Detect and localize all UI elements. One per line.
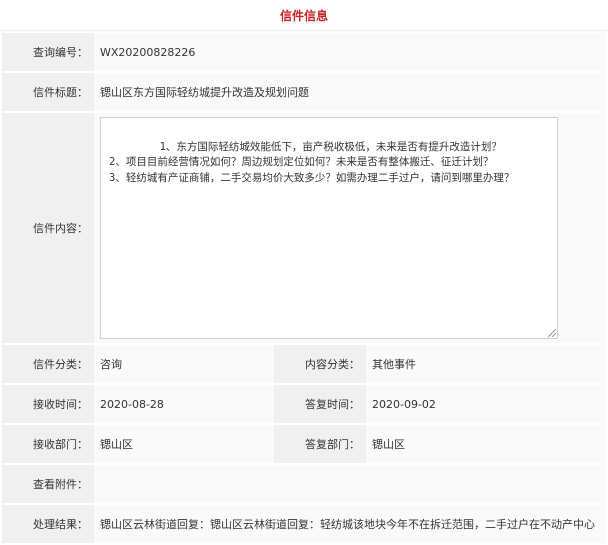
row-category: 信件分类： 咨询 内容分类： 其他事件 — [2, 345, 607, 383]
query-no-value: WX20200828226 — [94, 33, 607, 71]
received-dept-label: 接收部门： — [2, 425, 94, 463]
attachments-label: 查看附件： — [2, 465, 94, 503]
content-text: 1、东方国际轻纺城效能低下，亩产税收极低，未来是否有提升改造计划？ 2、项目目前… — [109, 140, 515, 184]
row-depts: 接收部门： 锶山区 答复部门： 锶山区 — [2, 425, 607, 463]
content-category-value: 其他事件 — [366, 345, 607, 383]
reply-dept-label: 答复部门： — [274, 425, 366, 463]
row-content: 信件内容： 1、东方国际轻纺城效能低下，亩产税收极低，未来是否有提升改造计划？ … — [2, 113, 607, 343]
content-category-label: 内容分类： — [274, 345, 366, 383]
result-value: 锶山区云林街道回复：锶山区云林街道回复：轻纺城该地块今年不在拆迁范围，二手过户在… — [94, 505, 607, 543]
row-times: 接收时间： 2020-08-28 答复时间： 2020-09-02 — [2, 385, 607, 423]
received-time-value: 2020-08-28 — [94, 385, 274, 423]
row-subject: 信件标题： 锶山区东方国际轻纺城提升改造及规划问题 — [2, 73, 607, 111]
reply-dept-value: 锶山区 — [366, 425, 607, 463]
subject-label: 信件标题： — [2, 73, 94, 111]
page-title: 信件信息 — [0, 0, 608, 31]
received-dept-value: 锶山区 — [94, 425, 274, 463]
resize-grip-icon[interactable] — [548, 329, 556, 337]
subject-value: 锶山区东方国际轻纺城提升改造及规划问题 — [94, 73, 607, 111]
content-label: 信件内容： — [2, 113, 94, 343]
received-time-label: 接收时间： — [2, 385, 94, 423]
row-attachments: 查看附件： — [2, 465, 607, 503]
row-query-no: 查询编号： WX20200828226 — [2, 33, 607, 71]
letter-info-table: 查询编号： WX20200828226 信件标题： 锶山区东方国际轻纺城提升改造… — [2, 31, 607, 545]
result-label: 处理结果： — [2, 505, 94, 543]
row-result: 处理结果： 锶山区云林街道回复：锶山区云林街道回复：轻纺城该地块今年不在拆迁范围… — [2, 505, 607, 543]
content-textarea[interactable]: 1、东方国际轻纺城效能低下，亩产税收极低，未来是否有提升改造计划？ 2、项目目前… — [100, 117, 558, 339]
category-value: 咨询 — [94, 345, 274, 383]
category-label: 信件分类： — [2, 345, 94, 383]
attachments-value[interactable] — [94, 465, 607, 503]
reply-time-value: 2020-09-02 — [366, 385, 607, 423]
query-no-label: 查询编号： — [2, 33, 94, 71]
reply-time-label: 答复时间： — [274, 385, 366, 423]
content-cell: 1、东方国际轻纺城效能低下，亩产税收极低，未来是否有提升改造计划？ 2、项目目前… — [94, 113, 607, 343]
